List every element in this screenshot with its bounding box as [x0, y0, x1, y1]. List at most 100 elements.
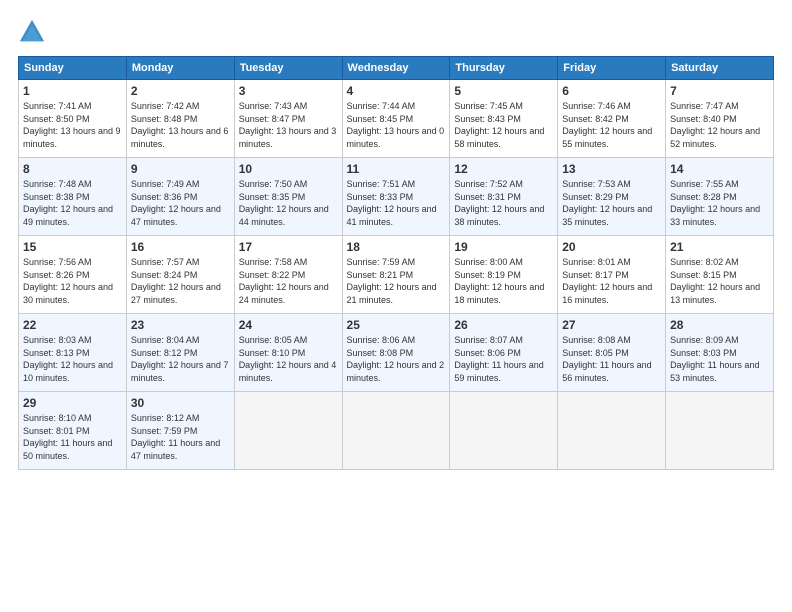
- header: [18, 18, 774, 46]
- day-info: Sunrise: 7:48 AMSunset: 8:38 PMDaylight:…: [23, 178, 122, 228]
- day-number: 12: [454, 162, 553, 176]
- day-info: Sunrise: 7:49 AMSunset: 8:36 PMDaylight:…: [131, 178, 230, 228]
- day-number: 1: [23, 84, 122, 98]
- page: SundayMondayTuesdayWednesdayThursdayFrid…: [0, 0, 792, 612]
- day-cell: 3 Sunrise: 7:43 AMSunset: 8:47 PMDaylight…: [234, 80, 342, 158]
- header-thursday: Thursday: [450, 57, 558, 80]
- day-number: 23: [131, 318, 230, 332]
- day-info: Sunrise: 7:51 AMSunset: 8:33 PMDaylight:…: [347, 178, 446, 228]
- day-cell: 8 Sunrise: 7:48 AMSunset: 8:38 PMDaylight…: [19, 158, 127, 236]
- day-cell: 2 Sunrise: 7:42 AMSunset: 8:48 PMDaylight…: [126, 80, 234, 158]
- day-info: Sunrise: 7:45 AMSunset: 8:43 PMDaylight:…: [454, 100, 553, 150]
- day-info: Sunrise: 7:46 AMSunset: 8:42 PMDaylight:…: [562, 100, 661, 150]
- day-info: Sunrise: 7:47 AMSunset: 8:40 PMDaylight:…: [670, 100, 769, 150]
- day-cell: 17 Sunrise: 7:58 AMSunset: 8:22 PMDayligh…: [234, 236, 342, 314]
- day-cell: 15 Sunrise: 7:56 AMSunset: 8:26 PMDayligh…: [19, 236, 127, 314]
- day-number: 22: [23, 318, 122, 332]
- day-number: 5: [454, 84, 553, 98]
- day-number: 6: [562, 84, 661, 98]
- day-number: 30: [131, 396, 230, 410]
- day-info: Sunrise: 7:56 AMSunset: 8:26 PMDaylight:…: [23, 256, 122, 306]
- day-number: 25: [347, 318, 446, 332]
- day-info: Sunrise: 8:08 AMSunset: 8:05 PMDaylight:…: [562, 334, 661, 384]
- day-number: 7: [670, 84, 769, 98]
- day-info: Sunrise: 8:05 AMSunset: 8:10 PMDaylight:…: [239, 334, 338, 384]
- day-cell: 20Sunrise: 8:01 AMSunset: 8:17 PMDayligh…: [558, 236, 666, 314]
- day-info: Sunrise: 7:50 AMSunset: 8:35 PMDaylight:…: [239, 178, 338, 228]
- day-number: 27: [562, 318, 661, 332]
- day-cell: 22 Sunrise: 8:03 AMSunset: 8:13 PMDayligh…: [19, 314, 127, 392]
- header-wednesday: Wednesday: [342, 57, 450, 80]
- day-info: Sunrise: 8:06 AMSunset: 8:08 PMDaylight:…: [347, 334, 446, 384]
- day-cell: 10 Sunrise: 7:50 AMSunset: 8:35 PMDayligh…: [234, 158, 342, 236]
- header-monday: Monday: [126, 57, 234, 80]
- day-number: 8: [23, 162, 122, 176]
- header-tuesday: Tuesday: [234, 57, 342, 80]
- day-info: Sunrise: 7:44 AMSunset: 8:45 PMDaylight:…: [347, 100, 446, 150]
- day-cell: 4 Sunrise: 7:44 AMSunset: 8:45 PMDaylight…: [342, 80, 450, 158]
- day-number: 24: [239, 318, 338, 332]
- header-friday: Friday: [558, 57, 666, 80]
- week-row-5: 29Sunrise: 8:10 AMSunset: 8:01 PMDayligh…: [19, 392, 774, 470]
- day-cell: 1 Sunrise: 7:41 AMSunset: 8:50 PMDaylight…: [19, 80, 127, 158]
- day-cell: [666, 392, 774, 470]
- day-number: 19: [454, 240, 553, 254]
- day-cell: 23 Sunrise: 8:04 AMSunset: 8:12 PMDayligh…: [126, 314, 234, 392]
- day-info: Sunrise: 8:02 AMSunset: 8:15 PMDaylight:…: [670, 256, 769, 306]
- day-number: 29: [23, 396, 122, 410]
- week-row-4: 22 Sunrise: 8:03 AMSunset: 8:13 PMDayligh…: [19, 314, 774, 392]
- day-info: Sunrise: 7:55 AMSunset: 8:28 PMDaylight:…: [670, 178, 769, 228]
- day-number: 26: [454, 318, 553, 332]
- day-cell: [342, 392, 450, 470]
- day-info: Sunrise: 7:58 AMSunset: 8:22 PMDaylight:…: [239, 256, 338, 306]
- header-sunday: Sunday: [19, 57, 127, 80]
- day-cell: 5 Sunrise: 7:45 AMSunset: 8:43 PMDaylight…: [450, 80, 558, 158]
- day-info: Sunrise: 8:03 AMSunset: 8:13 PMDaylight:…: [23, 334, 122, 384]
- logo-icon: [18, 18, 46, 46]
- logo: [18, 18, 50, 46]
- calendar-table: SundayMondayTuesdayWednesdayThursdayFrid…: [18, 56, 774, 470]
- day-number: 17: [239, 240, 338, 254]
- day-info: Sunrise: 7:53 AMSunset: 8:29 PMDaylight:…: [562, 178, 661, 228]
- header-row: SundayMondayTuesdayWednesdayThursdayFrid…: [19, 57, 774, 80]
- day-cell: 26Sunrise: 8:07 AMSunset: 8:06 PMDayligh…: [450, 314, 558, 392]
- day-number: 28: [670, 318, 769, 332]
- day-number: 21: [670, 240, 769, 254]
- day-cell: 9 Sunrise: 7:49 AMSunset: 8:36 PMDaylight…: [126, 158, 234, 236]
- day-cell: [558, 392, 666, 470]
- week-row-1: 1 Sunrise: 7:41 AMSunset: 8:50 PMDaylight…: [19, 80, 774, 158]
- day-info: Sunrise: 7:59 AMSunset: 8:21 PMDaylight:…: [347, 256, 446, 306]
- day-number: 2: [131, 84, 230, 98]
- day-info: Sunrise: 7:43 AMSunset: 8:47 PMDaylight:…: [239, 100, 338, 150]
- day-number: 3: [239, 84, 338, 98]
- day-number: 10: [239, 162, 338, 176]
- day-info: Sunrise: 7:42 AMSunset: 8:48 PMDaylight:…: [131, 100, 230, 150]
- day-info: Sunrise: 8:12 AMSunset: 7:59 PMDaylight:…: [131, 412, 230, 462]
- day-cell: 24 Sunrise: 8:05 AMSunset: 8:10 PMDayligh…: [234, 314, 342, 392]
- day-number: 15: [23, 240, 122, 254]
- header-saturday: Saturday: [666, 57, 774, 80]
- day-cell: 14 Sunrise: 7:55 AMSunset: 8:28 PMDayligh…: [666, 158, 774, 236]
- day-info: Sunrise: 8:00 AMSunset: 8:19 PMDaylight:…: [454, 256, 553, 306]
- day-number: 13: [562, 162, 661, 176]
- day-cell: 28Sunrise: 8:09 AMSunset: 8:03 PMDayligh…: [666, 314, 774, 392]
- day-number: 14: [670, 162, 769, 176]
- day-cell: 7 Sunrise: 7:47 AMSunset: 8:40 PMDaylight…: [666, 80, 774, 158]
- day-cell: 13 Sunrise: 7:53 AMSunset: 8:29 PMDayligh…: [558, 158, 666, 236]
- day-cell: [234, 392, 342, 470]
- day-number: 4: [347, 84, 446, 98]
- day-cell: 21 Sunrise: 8:02 AMSunset: 8:15 PMDayligh…: [666, 236, 774, 314]
- day-info: Sunrise: 7:41 AMSunset: 8:50 PMDaylight:…: [23, 100, 122, 150]
- day-number: 20: [562, 240, 661, 254]
- day-number: 9: [131, 162, 230, 176]
- day-number: 16: [131, 240, 230, 254]
- day-cell: [450, 392, 558, 470]
- day-cell: 6 Sunrise: 7:46 AMSunset: 8:42 PMDaylight…: [558, 80, 666, 158]
- day-cell: 27 Sunrise: 8:08 AMSunset: 8:05 PMDayligh…: [558, 314, 666, 392]
- day-cell: 12Sunrise: 7:52 AMSunset: 8:31 PMDayligh…: [450, 158, 558, 236]
- day-info: Sunrise: 8:04 AMSunset: 8:12 PMDaylight:…: [131, 334, 230, 384]
- day-cell: 16Sunrise: 7:57 AMSunset: 8:24 PMDayligh…: [126, 236, 234, 314]
- day-cell: 11Sunrise: 7:51 AMSunset: 8:33 PMDayligh…: [342, 158, 450, 236]
- day-cell: 30 Sunrise: 8:12 AMSunset: 7:59 PMDayligh…: [126, 392, 234, 470]
- day-number: 18: [347, 240, 446, 254]
